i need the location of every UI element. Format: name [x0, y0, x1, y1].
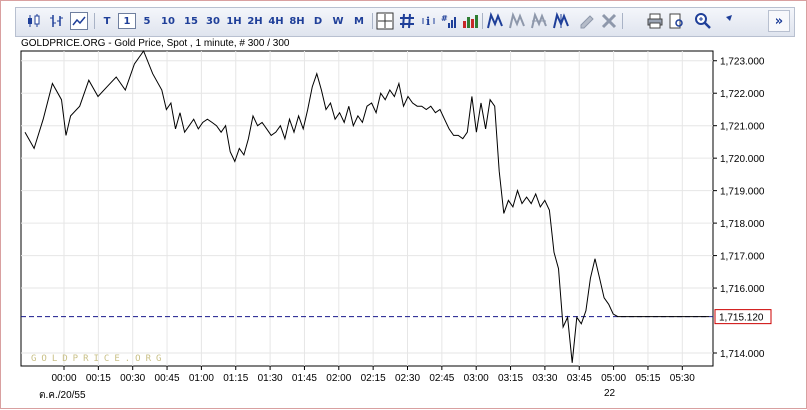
price-chart: 1,723.000 1,722.000 1,721.000 1,720.000 1,71… — [20, 49, 772, 384]
x-tick-label: 02:30 — [395, 373, 420, 384]
x-tick-label: 03:00 — [464, 373, 489, 384]
x-tick-label: 05:30 — [670, 373, 695, 384]
x-tick-label: 00:30 — [120, 373, 145, 384]
x-tick-label: 05:15 — [635, 373, 660, 384]
y-tick-label: 1,721.000 — [720, 122, 765, 133]
y-tick-label: 1,718.000 — [720, 219, 765, 230]
plot-area — [20, 50, 714, 367]
y-tick-label: 1,714.000 — [720, 349, 765, 360]
x-tick-label: 01:45 — [292, 373, 317, 384]
current-price-label: 1,715.120 — [719, 313, 764, 324]
x-tick-label: 02:15 — [361, 373, 386, 384]
y-tick-label: 1,722.000 — [720, 89, 765, 100]
x-tick-label: 03:45 — [567, 373, 592, 384]
y-tick-label: 1,717.000 — [720, 252, 765, 263]
chart-window: T 1 5 10 15 30 1H 2H 4H 8H D W M i # » G… — [0, 0, 807, 409]
date-label-start: ต.ค./20/55 — [39, 390, 86, 401]
x-tick-label: 03:30 — [532, 373, 557, 384]
x-tick-label: 00:15 — [86, 373, 111, 384]
y-tick-label: 1,716.000 — [720, 284, 765, 295]
x-tick-label: 00:00 — [51, 373, 76, 384]
x-tick-label: 02:45 — [429, 373, 454, 384]
y-tick-label: 1,720.000 — [720, 154, 765, 165]
x-tick-label: 05:00 — [601, 373, 626, 384]
x-tick-label: 02:00 — [326, 373, 351, 384]
y-tick-label: 1,719.000 — [720, 187, 765, 198]
x-tick-label: 00:45 — [155, 373, 180, 384]
x-tick-label: 01:15 — [223, 373, 248, 384]
y-tick-label: 1,723.000 — [720, 57, 765, 68]
x-tick-label: 03:15 — [498, 373, 523, 384]
x-tick-label: 01:00 — [189, 373, 214, 384]
watermark-logo: GOLDPRICE.ORG — [31, 354, 167, 364]
x-tick-label: 01:30 — [258, 373, 283, 384]
date-label-next-day: 22 — [604, 388, 616, 399]
